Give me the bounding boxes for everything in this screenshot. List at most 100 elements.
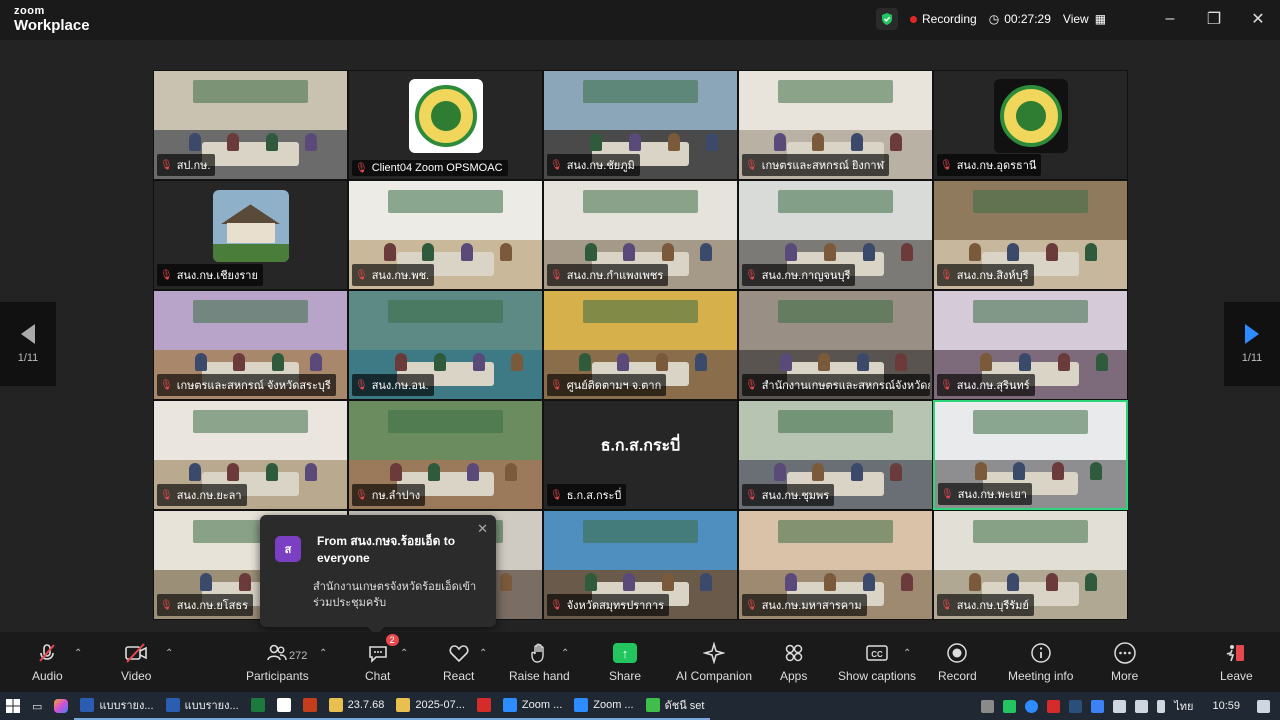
participant-video-tile[interactable]: 🎙 สนง.กษ.เชียงราย [153, 180, 348, 290]
taskbar-app-button[interactable]: Zoom ... [568, 692, 640, 720]
chat-options-chevron-icon[interactable]: ⌃ [400, 648, 408, 659]
chat-notification[interactable]: ส From สนง.กษจ.ร้อยเอ็ด to everyone สำนั… [260, 515, 496, 636]
next-page-button[interactable]: 1/11 [1224, 302, 1280, 386]
meeting-timer: ◷ 00:27:29 [989, 12, 1051, 26]
share-button[interactable]: ↑ Share [609, 640, 641, 683]
tray-pdf-icon[interactable] [1047, 699, 1061, 713]
apps-button[interactable]: Apps [780, 640, 807, 683]
chat-button[interactable]: 2 Chat [365, 634, 399, 683]
taskbar-app-button[interactable]: ดัชนี set [639, 692, 711, 720]
audio-options-chevron-icon[interactable]: ⌃ [74, 648, 82, 659]
chat-notification-message: สำนักงานเกษตรจังหวัดร้อยเอ็ดเข้าร่วมประช… [313, 581, 477, 609]
tray-bluetooth-icon[interactable] [1091, 699, 1105, 713]
taskbar-app-label: แบบรายง... [99, 700, 154, 712]
participant-video-tile[interactable]: 🎙 กษ.ลำปาง [348, 400, 543, 510]
taskbar-app-button[interactable]: 23.7.68 [322, 692, 391, 720]
timer-value: 00:27:29 [1004, 12, 1051, 26]
notifications-icon[interactable] [1257, 699, 1270, 713]
participant-video-tile[interactable]: 🎙 สนง.กษ.บุรีรัมย์ [933, 510, 1128, 620]
close-window-icon[interactable]: ✕ [1236, 0, 1280, 38]
participant-video-tile[interactable]: 🎙 สป.กษ. [153, 70, 348, 180]
record-icon [946, 640, 968, 666]
participant-video-tile[interactable]: 🎙 สนง.กษ.อน. [348, 290, 543, 400]
ai-companion-label: AI Companion [676, 669, 753, 683]
taskbar-app-button[interactable]: แบบรายง... [74, 692, 160, 720]
participant-video-tile[interactable]: 🎙 สนง.กษ.กาญจนบุรี [738, 180, 933, 290]
wifi-icon[interactable] [1113, 699, 1127, 713]
captions-options-chevron-icon[interactable]: ⌃ [903, 648, 911, 659]
volume-icon[interactable] [1135, 699, 1149, 713]
taskbar-app-button[interactable] [470, 692, 497, 720]
taskbar-app-button[interactable]: 2025-07... [390, 692, 471, 720]
show-captions-button[interactable]: CC Show captions [838, 640, 916, 683]
leave-label: Leave [1220, 669, 1253, 683]
chat-unread-badge: 2 [385, 634, 399, 646]
view-label: View [1062, 12, 1089, 26]
participant-video-tile[interactable]: 🎙 สนง.กษ.ชัยภูมิ [543, 70, 738, 180]
tray-zoom-icon[interactable] [1025, 699, 1039, 713]
video-button[interactable]: Video [121, 640, 151, 683]
react-button[interactable]: React [443, 640, 474, 683]
taskbar-app-button[interactable] [244, 692, 271, 720]
participant-video-tile[interactable]: 🎙 สนง.กษ.พช. [348, 180, 543, 290]
participant-video-tile[interactable]: 🎙สำนักงานเกษตรและสหกรณ์จังหวัดกาฬ... [738, 290, 933, 400]
participant-video-tile[interactable]: 🎙 สนง.กษ.อุดรธานี [933, 70, 1128, 180]
participant-video-tile[interactable]: 🎙 ศูนย์ติดตามฯ จ.ตาก [543, 290, 738, 400]
input-language[interactable]: ไทย [1174, 697, 1193, 715]
tray-steam-icon[interactable] [1069, 699, 1083, 713]
leave-button[interactable]: Leave [1220, 640, 1253, 683]
audio-button[interactable]: Audio [32, 640, 63, 683]
ai-companion-button[interactable]: AI Companion [676, 640, 752, 683]
previous-page-button[interactable]: 1/11 [0, 302, 56, 386]
mic-muted-icon: 🎙 [745, 269, 758, 281]
close-notification-icon[interactable]: ✕ [477, 521, 488, 537]
participant-video-tile[interactable]: 🎙 จังหวัดสมุทรปราการ [543, 510, 738, 620]
view-button[interactable]: View ▦ [1063, 12, 1106, 26]
participants-icon [266, 640, 288, 666]
participant-name: สนง.กษ.อุดรธานี [956, 160, 1037, 172]
task-view-icon[interactable]: ▭ [26, 692, 48, 720]
record-button[interactable]: Record [938, 640, 977, 683]
participant-video-tile[interactable]: 🎙 Client04 Zoom OPSMOAC [348, 70, 543, 180]
taskbar-app-button[interactable]: Zoom ... [496, 692, 569, 720]
taskbar-app-button[interactable] [270, 692, 297, 720]
more-button[interactable]: More [1111, 640, 1138, 683]
react-options-chevron-icon[interactable]: ⌃ [479, 648, 487, 659]
participant-video-tile[interactable]: 🎙 สนง.กษ.พะเยา [933, 400, 1128, 510]
participant-video-tile[interactable]: 🎙 เกษตรและสหกรณ์ จังหวัดสระบุรี [153, 290, 348, 400]
participant-video-tile[interactable]: 🎙 สนง.กษ.กำแพงเพชร [543, 180, 738, 290]
participant-nameplate: 🎙 กษ.ลำปาง [352, 484, 426, 506]
mic-muted-icon: 🎙 [550, 599, 563, 611]
copilot-icon[interactable] [48, 692, 74, 720]
app-icon [276, 698, 291, 712]
raise-hand-button[interactable]: Raise hand [509, 640, 570, 683]
microphone-icon[interactable] [1157, 699, 1166, 713]
taskbar-app-button[interactable] [296, 692, 323, 720]
participant-video-tile[interactable]: 🎙 สนง.กษ.ยะลา [153, 400, 348, 510]
tray-app-icon[interactable] [981, 699, 995, 713]
raise-hand-options-chevron-icon[interactable]: ⌃ [561, 648, 569, 659]
participant-video-tile[interactable]: 🎙 สนง.กษ.สุรินทร์ [933, 290, 1128, 400]
tray-line-icon[interactable] [1003, 699, 1017, 713]
clock-time[interactable]: 10:59 [1212, 700, 1240, 712]
participant-video-tile[interactable]: 🎙 สนง.กษ.มหาสารคาม [738, 510, 933, 620]
participant-video-tile[interactable]: 🎙 เกษตรและสหกรณ์ ยิงกาฬ [738, 70, 933, 180]
page-indicator-right: 1/11 [1241, 352, 1263, 364]
taskbar-app-label: ดัชนี set [664, 700, 705, 712]
share-screen-icon: ↑ [613, 643, 638, 663]
windows-start-icon[interactable] [0, 692, 26, 720]
meeting-info-button[interactable]: Meeting info [1008, 640, 1073, 683]
participant-name: สนง.กษ.สิงห์บุรี [956, 270, 1029, 282]
video-options-chevron-icon[interactable]: ⌃ [165, 648, 173, 659]
security-shield-icon[interactable] [876, 8, 898, 30]
restore-window-icon[interactable]: ❐ [1192, 0, 1236, 38]
participant-video-tile[interactable]: 🎙 สนง.กษ.ชุมพร [738, 400, 933, 510]
minimize-window-icon[interactable]: – [1148, 0, 1192, 38]
recording-indicator[interactable]: Recording [910, 12, 977, 26]
participant-video-tile[interactable]: 🎙 สนง.กษ.สิงห์บุรี [933, 180, 1128, 290]
participant-video-tile[interactable]: ธ.ก.ส.กระบี่ 🎙 ธ.ก.ส.กระบี่ [543, 400, 738, 510]
participant-nameplate: 🎙 จังหวัดสมุทรปราการ [547, 594, 670, 616]
participant-name: ศูนย์ติดตามฯ จ.ตาก [566, 380, 662, 392]
participants-options-chevron-icon[interactable]: ⌃ [319, 648, 327, 659]
taskbar-app-button[interactable]: แบบรายง... [159, 692, 245, 720]
